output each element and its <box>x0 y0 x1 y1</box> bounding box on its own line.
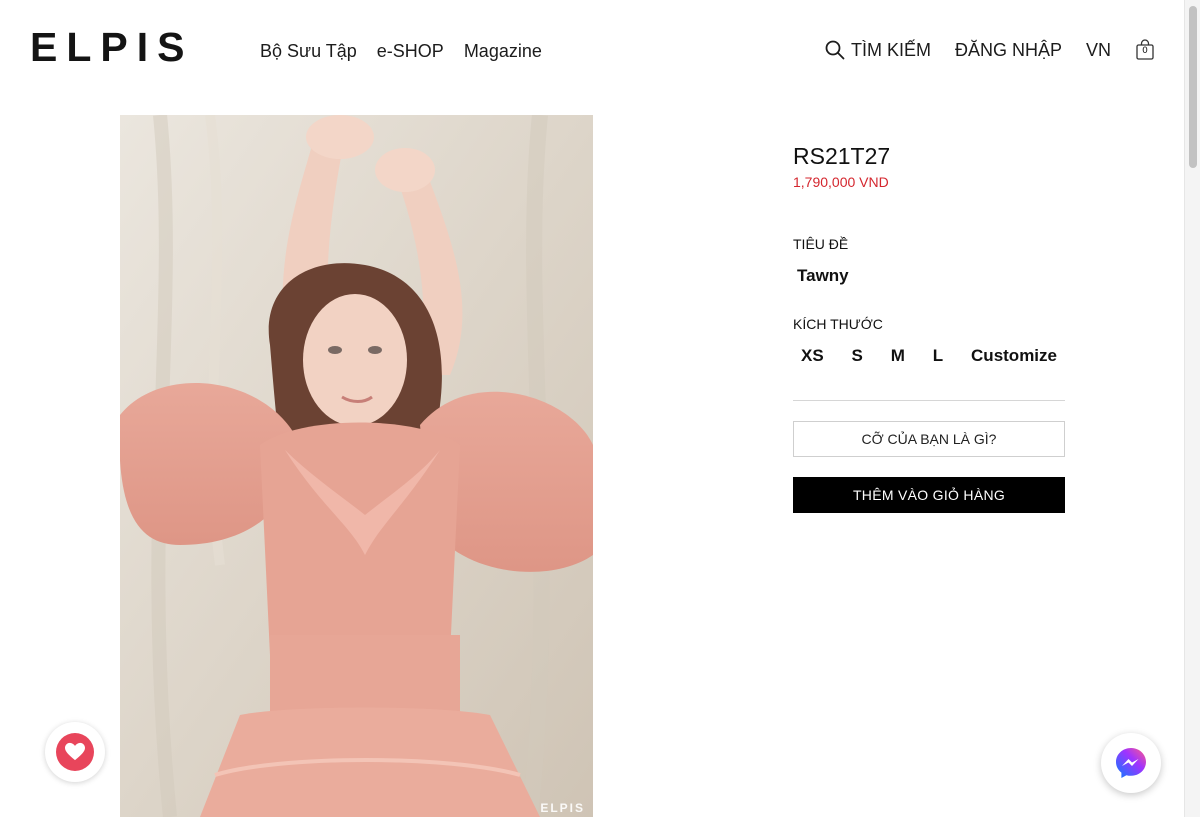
size-option-m[interactable]: M <box>887 346 909 366</box>
language-switch[interactable]: VN <box>1086 38 1111 62</box>
size-label: KÍCH THƯỚC <box>793 316 883 332</box>
main-nav: Bộ Sưu Tập e-SHOP Magazine <box>260 40 542 62</box>
login-label: ĐĂNG NHẬP <box>954 40 1062 60</box>
nav-magazine[interactable]: Magazine <box>464 40 542 62</box>
messenger-icon <box>1116 748 1146 778</box>
size-options: XS S M L Customize <box>793 346 1065 366</box>
search-button[interactable]: TÌM KIẾM <box>825 38 931 62</box>
title-options: Tawny <box>793 266 1065 286</box>
add-to-cart-label: THÊM VÀO GIỎ HÀNG <box>852 487 1006 503</box>
search-icon <box>825 40 845 60</box>
cart-count: 0 <box>1142 46 1148 56</box>
messenger-chat-button[interactable] <box>1101 733 1161 793</box>
size-guide-label: CỠ CỦA BẠN LÀ GÌ? <box>861 431 997 447</box>
site-logo[interactable]: ELPIS <box>30 27 193 68</box>
divider <box>793 400 1065 401</box>
product-sku: RS21T27 <box>793 143 891 169</box>
product-price: 1,790,000 VND <box>793 174 889 190</box>
size-option-xs[interactable]: XS <box>797 346 828 366</box>
search-label: TÌM KIẾM <box>850 40 931 60</box>
page-scrollbar[interactable] <box>1184 0 1200 817</box>
size-option-s[interactable]: S <box>848 346 867 366</box>
wishlist-badge <box>56 733 94 771</box>
product-photo-illustration <box>120 115 593 817</box>
login-link[interactable]: ĐĂNG NHẬP <box>955 38 1062 62</box>
title-option-tawny[interactable]: Tawny <box>793 266 853 286</box>
nav-collection[interactable]: Bộ Sưu Tập <box>260 40 357 62</box>
nav-eshop[interactable]: e-SHOP <box>377 40 444 62</box>
wishlist-button[interactable] <box>45 722 105 782</box>
product-image[interactable]: ELPIS <box>120 115 593 817</box>
size-option-l[interactable]: L <box>929 346 947 366</box>
language-label: VN <box>1085 40 1111 60</box>
scrollbar-thumb[interactable] <box>1189 6 1197 168</box>
add-to-cart-button[interactable]: THÊM VÀO GIỎ HÀNG <box>793 477 1065 513</box>
header-actions: TÌM KIẾM ĐĂNG NHẬP VN 0 <box>825 38 1155 62</box>
title-label: TIÊU ĐỀ <box>793 236 849 252</box>
cart-button[interactable]: 0 <box>1135 39 1155 61</box>
heart-icon <box>65 742 85 761</box>
size-option-customize[interactable]: Customize <box>967 346 1061 366</box>
image-watermark: ELPIS <box>540 801 585 815</box>
product-details: RS21T27 1,790,000 VND TIÊU ĐỀ Tawny KÍCH… <box>793 143 1065 513</box>
size-guide-button[interactable]: CỠ CỦA BẠN LÀ GÌ? <box>793 421 1065 457</box>
